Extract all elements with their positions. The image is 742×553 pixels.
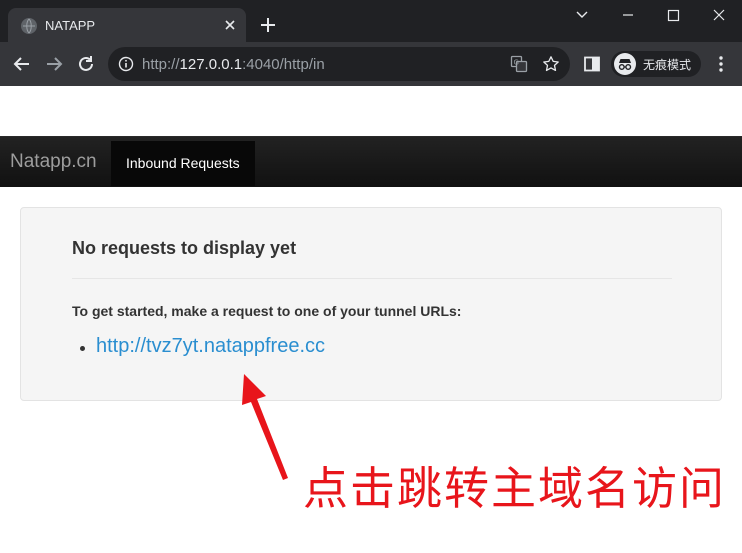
incognito-label: 无痕模式 bbox=[643, 58, 692, 72]
brand-link[interactable]: Natapp.cn bbox=[10, 151, 97, 173]
url-prefix: http:// bbox=[142, 56, 180, 73]
minimize-icon[interactable] bbox=[570, 6, 594, 24]
svg-text:G: G bbox=[514, 59, 519, 67]
incognito-icon bbox=[614, 53, 636, 75]
browser-tab[interactable]: NATAPP bbox=[8, 8, 246, 44]
empty-state-heading: No requests to display yet bbox=[72, 238, 297, 258]
tab-title: NATAPP bbox=[45, 18, 96, 33]
url-host: 127.0.0.1 bbox=[179, 56, 243, 73]
address-bar[interactable]: http://127.0.0.1:4040/http/in G bbox=[108, 47, 570, 81]
tab-strip: NATAPP bbox=[0, 0, 742, 44]
divider bbox=[72, 278, 672, 279]
info-icon[interactable] bbox=[118, 56, 134, 72]
plus-icon[interactable] bbox=[259, 16, 277, 34]
reload-icon[interactable] bbox=[76, 54, 96, 74]
star-icon[interactable] bbox=[542, 55, 560, 73]
translate-icon[interactable]: G bbox=[510, 55, 528, 73]
navbar: Natapp.cn Inbound Requests bbox=[0, 136, 742, 187]
back-icon[interactable] bbox=[12, 54, 32, 74]
window-close-icon[interactable] bbox=[707, 6, 731, 24]
annotation-text: 点击跳转主域名访问 bbox=[303, 462, 727, 515]
list-bullet bbox=[80, 346, 85, 351]
requests-panel: No requests to display yet To get starte… bbox=[20, 207, 722, 401]
side-panel-icon[interactable] bbox=[583, 55, 601, 73]
minimize-icon[interactable] bbox=[616, 6, 640, 24]
browser-toolbar: http://127.0.0.1:4040/http/in G 无痕模式 bbox=[0, 42, 742, 86]
close-icon[interactable] bbox=[222, 17, 238, 33]
url-rest: :4040/http/in bbox=[242, 56, 325, 73]
nav-item-inbound-requests[interactable]: Inbound Requests bbox=[111, 141, 255, 186]
url-text[interactable]: http://127.0.0.1:4040/http/in bbox=[142, 56, 325, 73]
instruction-text: To get started, make a request to one of… bbox=[72, 303, 462, 319]
incognito-indicator[interactable]: 无痕模式 bbox=[611, 51, 701, 77]
maximize-icon[interactable] bbox=[661, 6, 685, 24]
globe-icon bbox=[21, 18, 37, 34]
nav-item-label: Inbound Requests bbox=[126, 155, 240, 171]
annotation-arrow bbox=[242, 374, 288, 480]
more-icon[interactable] bbox=[711, 54, 731, 74]
forward-icon[interactable] bbox=[44, 54, 64, 74]
tunnel-url-link[interactable]: http://tvz7yt.natappfree.cc bbox=[96, 335, 325, 358]
